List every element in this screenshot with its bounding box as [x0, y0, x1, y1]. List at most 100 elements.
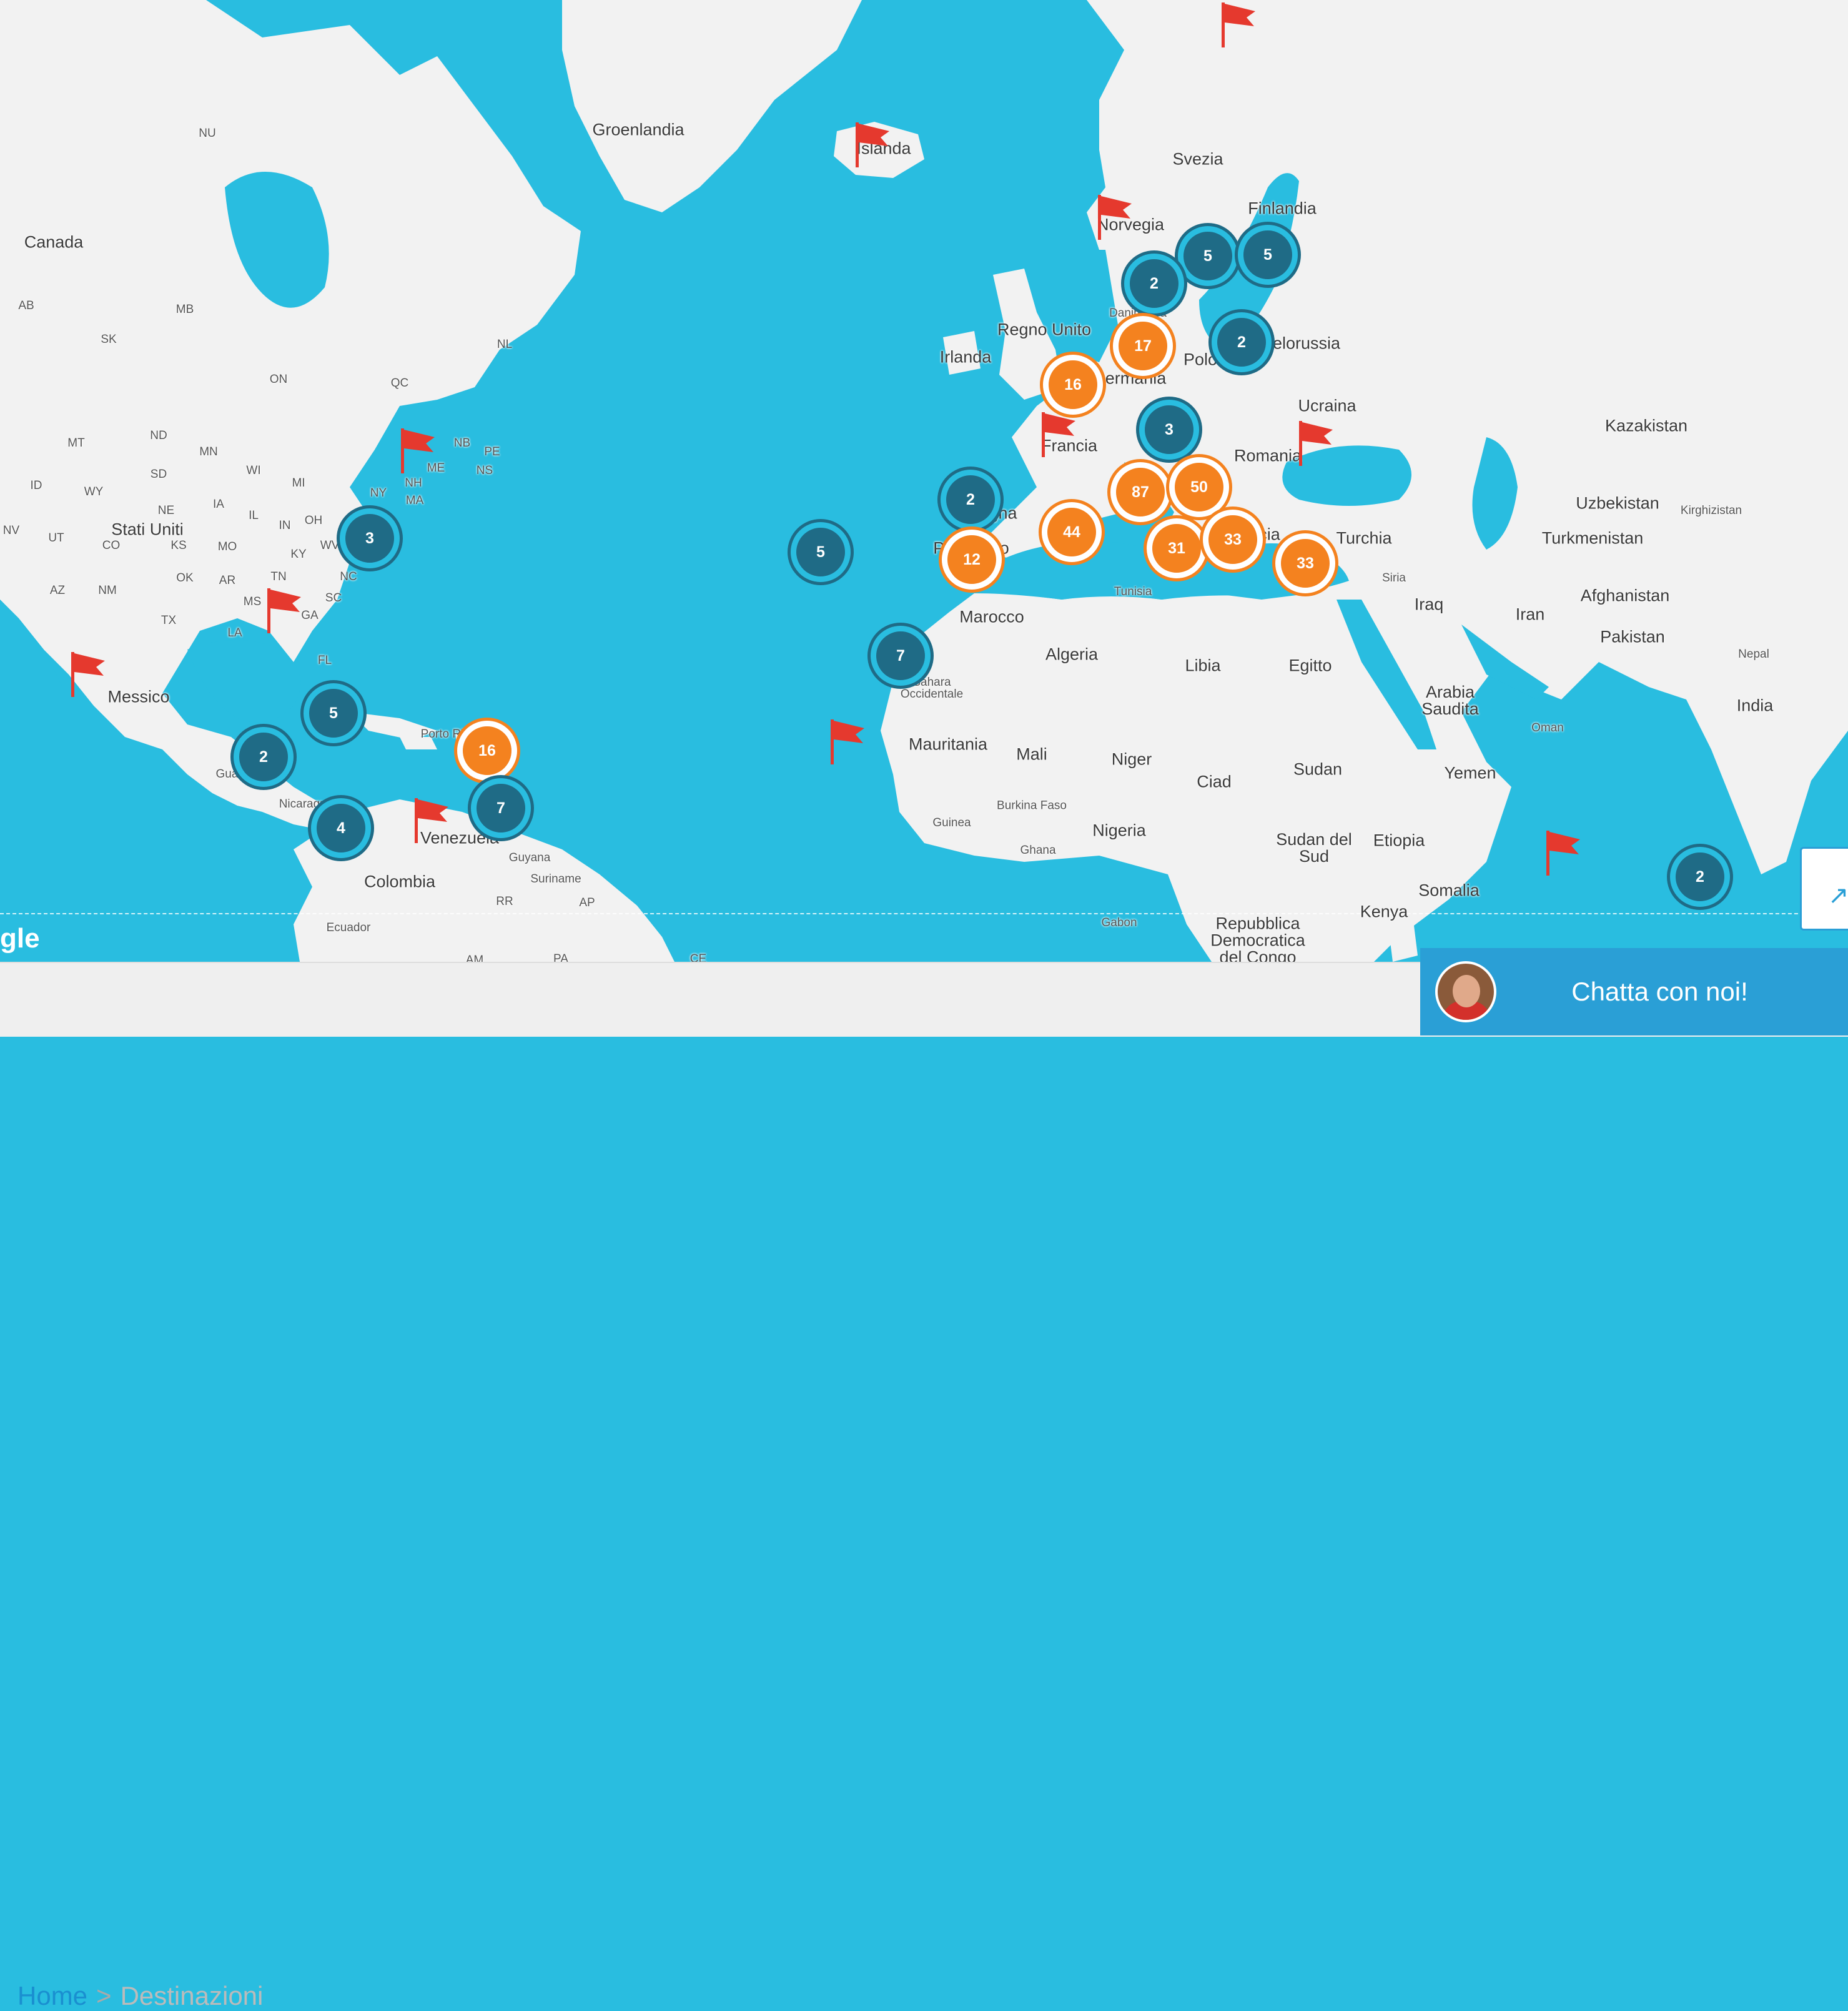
- world-map[interactable]: Groenlandia Islanda Svezia Finlandia Norvegi…: [0, 0, 1848, 962]
- cluster-marker-denmark-2[interactable]: 2: [1124, 254, 1184, 314]
- map-label-on: ON: [269, 373, 288, 386]
- flag-marker-cape-verde[interactable]: [828, 717, 866, 767]
- flag-marker-mexico-baja[interactable]: [69, 650, 106, 699]
- map-label-qc: QC: [390, 377, 409, 390]
- cluster-marker-sweden-5[interactable]: 5: [1178, 226, 1238, 286]
- map-label-messico: Messico: [107, 687, 170, 706]
- breadcrumb-separator: >: [96, 1981, 112, 2010]
- map-label-nu: NU: [199, 127, 216, 140]
- map-label-etiopia: Etiopia: [1373, 831, 1425, 850]
- flag-marker-romania[interactable]: [1297, 418, 1334, 468]
- cluster-marker-guatemala-2[interactable]: 2: [234, 727, 294, 787]
- map-label-sudan-sud: Sudan del Sud: [1276, 830, 1352, 866]
- cluster-marker-usa-east-3[interactable]: 3: [340, 508, 400, 568]
- cluster-marker-uk-16[interactable]: 16: [1043, 355, 1103, 415]
- map-label-rr: RR: [496, 895, 513, 908]
- date-line: [0, 913, 1848, 914]
- map-label-suriname: Suriname: [530, 872, 581, 886]
- cluster-marker-antilles-7[interactable]: 7: [471, 778, 531, 838]
- map-label-afghanistan: Afghanistan: [1580, 586, 1670, 605]
- breadcrumb-home-link[interactable]: Home: [17, 1981, 87, 2010]
- cluster-marker-germany-17[interactable]: 17: [1113, 316, 1173, 376]
- map-label-ucraina: Ucraina: [1298, 396, 1356, 415]
- map-label-yemen: Yemen: [1444, 763, 1496, 783]
- flag-marker-norway-north[interactable]: [1219, 0, 1257, 50]
- map-label-turkmenistan: Turkmenistan: [1541, 528, 1644, 548]
- flag-marker-usa-northeast[interactable]: [398, 426, 436, 476]
- map-label-mt: MT: [67, 437, 85, 450]
- map-label-nv: NV: [2, 524, 20, 537]
- flag-marker-colombia[interactable]: [412, 796, 450, 846]
- map-label-groenlandia: Groenlandia: [592, 120, 684, 139]
- map-label-oh: OH: [304, 514, 323, 527]
- map-label-ce: CE: [689, 952, 707, 962]
- map-label-stati-uniti: Stati Uniti: [111, 520, 184, 539]
- breadcrumb: Home > Destinazioni: [17, 1981, 263, 2011]
- map-label-ky: KY: [290, 548, 307, 561]
- map-label-somalia: Somalia: [1418, 881, 1480, 900]
- map-label-am: AM: [465, 954, 484, 962]
- map-label-marocco: Marocco: [959, 607, 1024, 626]
- cluster-marker-austria-3[interactable]: 3: [1139, 400, 1199, 460]
- map-label-niger: Niger: [1111, 749, 1152, 769]
- map-label-la: LA: [227, 626, 242, 640]
- map-label-arabia: Arabia Saudita: [1421, 683, 1479, 718]
- flag-marker-usa-south[interactable]: [265, 586, 302, 636]
- map-label-ne: NE: [157, 504, 175, 517]
- map-label-nc: NC: [340, 570, 357, 583]
- flag-marker-france[interactable]: [1039, 410, 1077, 460]
- map-label-oman: Oman: [1531, 721, 1564, 734]
- map-label-co: CO: [102, 539, 121, 552]
- cluster-marker-greece-33[interactable]: 33: [1203, 510, 1263, 570]
- map-label-mb: MB: [175, 303, 194, 316]
- map-label-kazakistan: Kazakistan: [1604, 416, 1688, 435]
- map-label-regno-unito: Regno Unito: [997, 320, 1092, 339]
- map-label-uzbekistan: Uzbekistan: [1576, 493, 1659, 513]
- map-label-ma: MA: [405, 494, 424, 507]
- cluster-marker-finland-5[interactable]: 5: [1238, 225, 1298, 285]
- map-label-nh: NH: [405, 477, 422, 490]
- map-label-il: IL: [249, 509, 259, 522]
- side-widget-button[interactable]: ↗: [1800, 847, 1848, 931]
- cluster-marker-italy-87[interactable]: 87: [1110, 462, 1170, 522]
- map-land: [0, 0, 1848, 962]
- map-label-ar: AR: [219, 574, 236, 587]
- cluster-marker-canarie-7[interactable]: 7: [871, 626, 931, 686]
- chat-button[interactable]: Chatta con noi!: [1420, 948, 1848, 1035]
- map-label-siria: Siria: [1381, 571, 1406, 585]
- cluster-marker-balkans-50[interactable]: 50: [1169, 457, 1229, 517]
- cluster-marker-baleari-44[interactable]: 44: [1042, 502, 1102, 562]
- breadcrumb-current: Destinazioni: [120, 1981, 264, 2010]
- map-label-iraq: Iraq: [1414, 595, 1444, 614]
- map-label-tn: TN: [270, 570, 287, 583]
- map-label-mauritania: Mauritania: [908, 734, 988, 754]
- cluster-marker-baltic-2[interactable]: 2: [1212, 312, 1272, 372]
- map-label-in: IN: [279, 519, 291, 532]
- flag-marker-seychelles[interactable]: [1544, 828, 1581, 878]
- cluster-marker-azores-5[interactable]: 5: [791, 522, 851, 582]
- flag-marker-norway[interactable]: [1095, 192, 1133, 242]
- map-label-turchia: Turchia: [1336, 528, 1392, 548]
- cluster-marker-spain-2[interactable]: 2: [941, 470, 1001, 530]
- map-label-romania: Romania: [1233, 446, 1302, 465]
- map-label-az: AZ: [49, 584, 66, 597]
- map-label-nb: NB: [453, 437, 471, 450]
- map-label-ap: AP: [579, 896, 595, 909]
- cluster-marker-costarica-4[interactable]: 4: [311, 798, 371, 858]
- map-label-egitto: Egitto: [1288, 656, 1332, 675]
- cluster-marker-maldives-2[interactable]: 2: [1670, 847, 1730, 907]
- cluster-marker-caribbean-16[interactable]: 16: [457, 721, 517, 781]
- map-label-sd: SD: [150, 468, 167, 481]
- map-label-mali: Mali: [1016, 744, 1047, 764]
- map-label-pakistan: Pakistan: [1600, 627, 1665, 646]
- cluster-marker-cuba-5[interactable]: 5: [304, 683, 363, 743]
- map-label-guinea: Guinea: [932, 816, 971, 829]
- cluster-marker-sicily-31[interactable]: 31: [1147, 518, 1207, 578]
- map-label-tx: TX: [161, 614, 177, 627]
- map-label-canada: Canada: [24, 232, 84, 252]
- cluster-marker-turkey-33[interactable]: 33: [1275, 533, 1335, 593]
- cluster-marker-portugal-12[interactable]: 12: [942, 530, 1002, 590]
- map-label-sk: SK: [101, 333, 117, 346]
- google-logo[interactable]: gle: [0, 923, 40, 954]
- flag-marker-iceland[interactable]: [853, 120, 891, 170]
